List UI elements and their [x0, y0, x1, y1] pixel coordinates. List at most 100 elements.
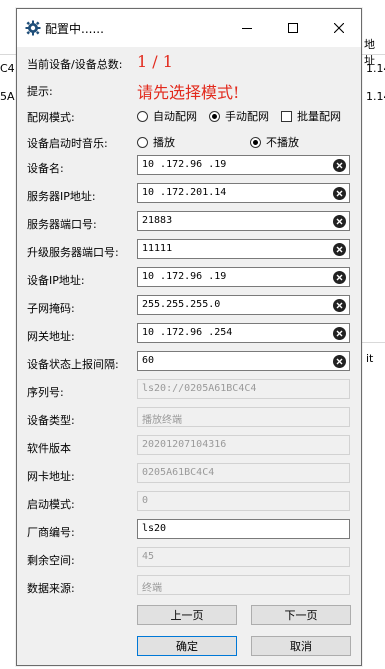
software-version-label: 软件版本: [27, 442, 71, 455]
device-type-field: 播放终端: [137, 407, 350, 427]
clear-icon[interactable]: [333, 299, 346, 312]
background-cell: C4: [0, 62, 15, 75]
device-type-value: 播放终端: [142, 415, 182, 426]
minimize-button[interactable]: [224, 9, 270, 47]
close-icon: [334, 23, 344, 33]
title-bar: 配置中......: [17, 9, 361, 47]
maximize-button[interactable]: [270, 9, 316, 47]
device-ip-label: 设备IP地址:: [27, 274, 85, 287]
background-cell: it: [366, 352, 374, 365]
device-count-label: 当前设备/设备总数:: [27, 58, 123, 71]
next-page-button[interactable]: 下一页: [251, 605, 351, 625]
radio-button-selected[interactable]: [209, 110, 220, 122]
server-port-value: 21883: [142, 215, 173, 226]
boot-mode-value: 0: [142, 495, 149, 506]
free-space-label: 剩余空间:: [27, 554, 75, 567]
server-ip-label: 服务器IP地址:: [27, 190, 96, 203]
server-port-label: 服务器端口号:: [27, 218, 97, 231]
vendor-value: ls20: [142, 523, 167, 534]
gateway-value: 10 .172.96 .254: [142, 327, 233, 338]
boot-mode-field: 0: [137, 491, 350, 511]
music-label: 设备启动时音乐:: [27, 137, 108, 150]
device-name-value: 10 .172.96 .19: [142, 159, 227, 170]
music-play-option[interactable]: 播放: [137, 134, 175, 150]
config-dialog: 配置中...... 当前设备/设备总数: 1 / 1 提示: 请先选择模式! 配…: [16, 8, 362, 666]
minimize-icon: [242, 28, 252, 29]
boot-mode-label: 启动模式:: [27, 498, 75, 511]
background-cell: 5A: [0, 90, 15, 103]
background-divider: [0, 54, 16, 55]
clear-icon[interactable]: [333, 271, 346, 284]
vendor-label: 厂商编号:: [27, 526, 75, 539]
prev-page-button[interactable]: 上一页: [137, 605, 237, 625]
mac-label: 网卡地址:: [27, 470, 75, 483]
clear-icon[interactable]: [333, 159, 346, 172]
serial-value: ls20://0205A61BC4C4: [142, 383, 257, 394]
background-divider: [362, 342, 385, 343]
close-button[interactable]: [316, 9, 362, 47]
clear-icon[interactable]: [333, 327, 346, 340]
free-space-field: 45: [137, 547, 350, 567]
data-source-label: 数据来源:: [27, 582, 75, 595]
music-mute-option[interactable]: 不播放: [250, 134, 299, 150]
tip-label: 提示:: [27, 85, 53, 98]
device-type-label: 设备类型:: [27, 414, 75, 427]
device-count-value: 1 / 1: [137, 52, 173, 71]
checkbox[interactable]: [281, 110, 292, 122]
window-title: 配置中......: [45, 22, 104, 36]
software-version-field: 20201207104316: [137, 435, 350, 455]
report-interval-input[interactable]: 60: [137, 351, 350, 371]
vendor-input[interactable]: ls20: [137, 519, 350, 539]
clear-icon[interactable]: [333, 187, 346, 200]
device-ip-value: 10 .172.96 .19: [142, 271, 227, 282]
cancel-button[interactable]: 取消: [251, 636, 351, 656]
mode-options: 自动配网 手动配网 批量配网: [137, 108, 341, 124]
mac-value: 0205A61BC4C4: [142, 467, 215, 478]
gateway-input[interactable]: 10 .172.96 .254: [137, 323, 350, 343]
serial-field: ls20://0205A61BC4C4: [137, 379, 350, 399]
mode-auto-option[interactable]: 自动配网: [137, 108, 197, 124]
server-ip-value: 10 .172.201.14: [142, 187, 227, 198]
radio-button-selected[interactable]: [250, 136, 261, 148]
device-ip-input[interactable]: 10 .172.96 .19: [137, 267, 350, 287]
data-source-value: 终端: [142, 583, 162, 594]
serial-label: 序列号:: [27, 386, 64, 399]
maximize-icon: [288, 23, 298, 33]
clear-icon[interactable]: [333, 215, 346, 228]
radio-button[interactable]: [137, 110, 148, 122]
gateway-label: 网关地址:: [27, 330, 75, 343]
clear-icon[interactable]: [333, 243, 346, 256]
background-cell: 1.14: [366, 62, 385, 75]
ok-button[interactable]: 确定: [137, 636, 237, 656]
mode-batch-label: 批量配网: [297, 110, 341, 123]
background-divider: [362, 54, 385, 55]
tip-message: 请先选择模式!: [137, 83, 240, 102]
device-name-input[interactable]: 10 .172.96 .19: [137, 155, 350, 175]
background-cell: 1.14: [366, 90, 385, 103]
subnet-input[interactable]: 255.255.255.0: [137, 295, 350, 315]
upgrade-port-input[interactable]: 11111: [137, 239, 350, 259]
data-source-field: 终端: [137, 575, 350, 595]
music-play-label: 播放: [153, 136, 175, 149]
mode-label: 配网模式:: [27, 111, 75, 124]
device-name-label: 设备名:: [27, 162, 64, 175]
mode-batch-option[interactable]: 批量配网: [281, 108, 341, 124]
report-interval-value: 60: [142, 355, 155, 366]
music-mute-label: 不播放: [266, 136, 299, 149]
mode-manual-option[interactable]: 手动配网: [209, 108, 269, 124]
report-interval-label: 设备状态上报间隔:: [27, 358, 119, 371]
subnet-value: 255.255.255.0: [142, 299, 221, 310]
subnet-label: 子网掩码:: [27, 302, 75, 315]
upgrade-port-label: 升级服务器端口号:: [27, 246, 119, 259]
mac-field: 0205A61BC4C4: [137, 463, 350, 483]
software-version-value: 20201207104316: [142, 439, 227, 450]
mode-manual-label: 手动配网: [225, 110, 269, 123]
gear-icon: [25, 20, 41, 36]
mode-auto-label: 自动配网: [153, 110, 197, 123]
free-space-value: 45: [142, 551, 155, 562]
clear-icon[interactable]: [333, 355, 346, 368]
server-port-input[interactable]: 21883: [137, 211, 350, 231]
upgrade-port-value: 11111: [142, 243, 173, 254]
server-ip-input[interactable]: 10 .172.201.14: [137, 183, 350, 203]
radio-button[interactable]: [137, 136, 148, 148]
